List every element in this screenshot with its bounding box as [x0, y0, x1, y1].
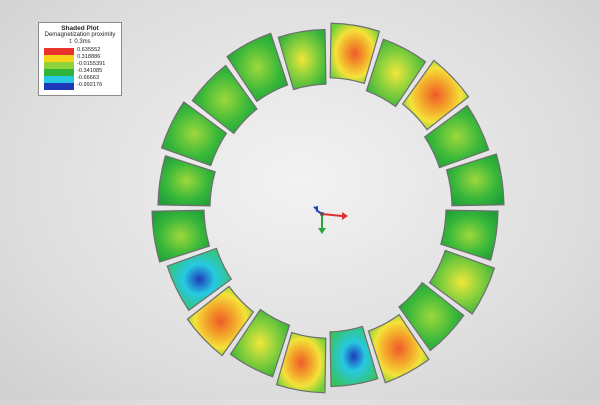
coordinate-triad-icon: [313, 206, 348, 234]
legend-swatch: [44, 76, 74, 83]
3d-viewport[interactable]: Shaded Plot Demagnetization proximity t:…: [0, 0, 600, 400]
legend-subtitle: Demagnetization proximity: [44, 32, 116, 38]
legend-swatch: [44, 83, 74, 90]
legend-swatch: [44, 62, 74, 69]
legend-time: t: 0.3ms: [69, 39, 91, 45]
legend-value: -0.992176: [77, 82, 103, 88]
shaded-plot-legend[interactable]: Shaded Plot Demagnetization proximity t:…: [38, 22, 122, 96]
legend-swatch: [44, 69, 74, 76]
legend-swatch: [44, 48, 74, 55]
legend-value: 0.318886: [77, 54, 101, 60]
magnet-segments: [151, 22, 505, 394]
legend-values: 0.635552 0.318886 -0.0155391 -0.341085 -…: [77, 47, 123, 89]
legend-swatch: [44, 55, 74, 62]
legend-value: 0.635552: [77, 47, 101, 53]
legend-value: -0.66663: [77, 75, 100, 81]
legend-color-bar: [44, 48, 74, 90]
legend-title: Shaded Plot: [61, 25, 99, 32]
legend-value: -0.0155391: [77, 61, 106, 67]
legend-value: -0.341085: [77, 68, 103, 74]
